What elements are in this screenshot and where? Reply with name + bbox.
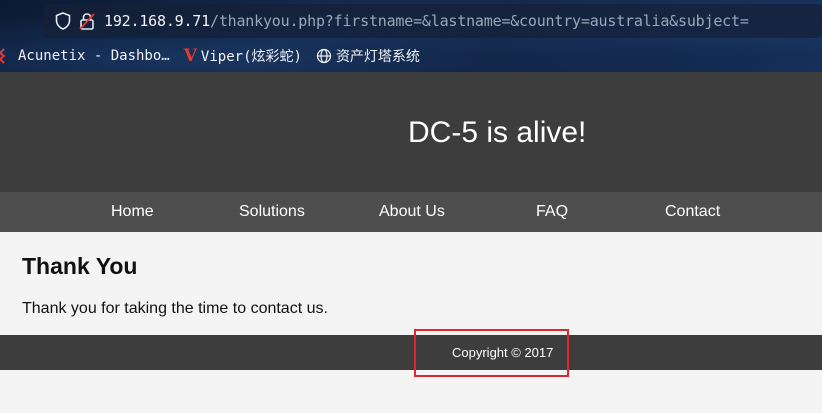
bookmark-acunetix[interactable]: Acunetix - Dashbo… [0, 47, 170, 65]
page-background [0, 370, 822, 413]
main-content: Thank You Thank you for taking the time … [0, 232, 822, 335]
site-header: DC-5 is alive! [0, 72, 822, 192]
url-text[interactable]: 192.168.9.71/thankyou.php?firstname=&las… [104, 12, 749, 30]
shield-icon[interactable] [52, 10, 74, 32]
nav-about-us[interactable]: About Us [379, 203, 445, 221]
viper-icon: V [183, 46, 197, 66]
nav-home[interactable]: Home [111, 203, 154, 221]
bookmark-asset-lighthouse[interactable]: 资产灯塔系统 [316, 46, 420, 66]
browser-toolbar: 192.168.9.71/thankyou.php?firstname=&las… [0, 0, 822, 72]
thank-you-message: Thank you for taking the time to contact… [22, 300, 328, 317]
url-host: 192.168.9.71 [104, 12, 210, 30]
bookmark-label: Acunetix - Dashbo… [18, 48, 170, 64]
address-bar[interactable]: 192.168.9.71/thankyou.php?firstname=&las… [44, 4, 822, 38]
nav-faq[interactable]: FAQ [536, 203, 568, 221]
insecure-lock-icon[interactable] [76, 10, 98, 32]
nav-contact[interactable]: Contact [665, 203, 720, 221]
bookmarks-bar: Acunetix - Dashbo… V Viper(炫彩蛇) 资产灯塔系统 [0, 44, 822, 68]
main-nav: Home Solutions About Us FAQ Contact [0, 192, 822, 232]
globe-icon [316, 48, 332, 64]
bookmark-label: Viper(炫彩蛇) [200, 49, 302, 65]
page-heading: Thank You [22, 253, 138, 279]
site-title: DC-5 is alive! [408, 116, 587, 149]
site-footer: Copyright © 2017 [0, 335, 822, 370]
bookmark-viper[interactable]: V Viper(炫彩蛇) [184, 46, 302, 66]
highlight-annotation-box [414, 329, 569, 377]
url-path: /thankyou.php?firstname=&lastname=&count… [209, 12, 749, 30]
acunetix-icon [0, 47, 8, 65]
bookmark-label: 资产灯塔系统 [335, 49, 420, 65]
nav-solutions[interactable]: Solutions [239, 203, 305, 221]
